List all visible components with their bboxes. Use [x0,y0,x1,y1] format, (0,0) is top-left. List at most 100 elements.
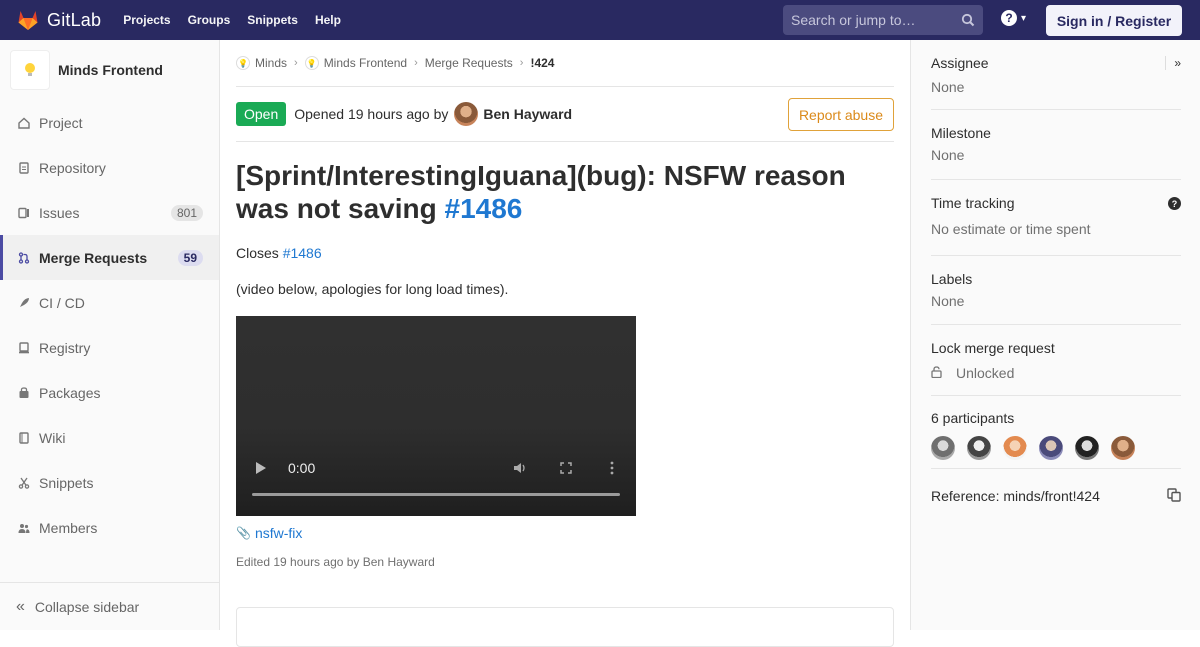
play-icon[interactable] [256,462,266,474]
mr-detail-header: Open Opened 19 hours ago by Ben Hayward … [236,87,894,142]
sidebar-item-label: Packages [39,384,101,401]
labels-value: None [931,293,965,309]
question-icon: ? [1001,10,1017,26]
breadcrumb: 💡 Minds › 💡 Minds Frontend › Merge Reque… [236,40,894,87]
assignee-block: Assignee None » [931,40,1181,110]
expand-sidebar-icon[interactable]: » [1165,56,1181,70]
milestone-value: None [931,147,965,163]
sidebar-item-members[interactable]: Members [0,505,219,550]
time-tracking-value: No estimate or time spent [931,221,1091,237]
chevron-down-icon: ▾ [1021,12,1027,24]
reference-text: Reference: minds/front!424 [931,488,1100,504]
labels-title: Labels [931,271,973,287]
sidebar-item-repository[interactable]: Repository [0,145,219,190]
gitlab-home-link[interactable]: GitLab [16,0,101,40]
paperclip-icon: 📎 [236,526,251,540]
package-icon [16,385,32,401]
sidebar-item-label: CI / CD [39,294,85,311]
closes-issue-link[interactable]: #1486 [283,245,322,261]
sidebar-item-label: Merge Requests [39,249,148,266]
help-dropdown[interactable]: ? ▾ [1001,10,1026,26]
mr-title-issue-link[interactable]: #1486 [445,193,523,224]
sidebar-item-label: Project [39,114,83,131]
sidebar-item-label: Issues [39,204,80,221]
rocket-icon [16,295,32,311]
video-progress-bar[interactable] [252,493,620,496]
breadcrumb-label: Minds [255,56,288,70]
participant-avatar[interactable] [931,436,955,460]
sidebar-item-label: Snippets [39,474,94,491]
nav-help[interactable]: Help [315,13,341,27]
volume-icon[interactable] [512,461,528,475]
lock-value: Unlocked [956,365,1015,381]
book-icon [16,430,32,446]
assignee-title: Assignee [931,55,989,71]
sidebar-item-wiki[interactable]: Wiki [0,415,219,460]
mr-title-text: [Sprint/InterestingIguana](bug): NSFW re… [236,160,846,224]
sidebar-item-merge-requests[interactable]: Merge Requests 59 [0,235,219,280]
project-header[interactable]: Minds Frontend [0,40,219,100]
question-icon[interactable]: ? [1168,197,1181,210]
attachment-link[interactable]: 📎 nsfw-fix [236,525,894,541]
file-icon [16,160,32,176]
breadcrumb-merge-requests[interactable]: Merge Requests [425,56,513,70]
reference-block: Reference: minds/front!424 [931,488,1181,504]
project-name: Minds Frontend [58,62,163,78]
report-abuse-button[interactable]: Report abuse [787,98,894,131]
discussion-panel [236,607,894,647]
sidebar-item-label: Repository [39,159,106,176]
container-icon [16,340,32,356]
scissors-icon [16,475,32,491]
collapse-sidebar-button[interactable]: « Collapse sidebar [0,582,219,630]
participant-avatar[interactable] [1003,436,1027,460]
gitlab-logo-icon [18,11,38,30]
author-avatar[interactable] [454,102,479,126]
home-icon [16,115,32,131]
more-options-icon[interactable] [604,461,620,475]
milestone-title: Milestone [931,125,991,141]
lock-icon [931,365,945,381]
sidebar-item-snippets[interactable]: Snippets [0,460,219,505]
participant-avatar[interactable] [1075,436,1099,460]
breadcrumb-minds-frontend[interactable]: 💡 Minds Frontend [304,56,408,70]
fullscreen-icon[interactable] [558,461,574,475]
mr-description-closes: Closes #1486 [236,245,894,261]
breadcrumb-label: Minds Frontend [323,56,408,70]
chevron-right-icon: › [414,57,418,69]
sidebar-item-project[interactable]: Project [0,100,219,145]
lightbulb-icon [25,63,35,76]
video-time: 0:00 [288,460,316,476]
video-player[interactable]: 0:00 [236,316,636,516]
nav-groups[interactable]: Groups [188,13,231,27]
nav-snippets[interactable]: Snippets [247,13,298,27]
video-controls: 0:00 [252,458,620,478]
labels-block: Labels None [931,256,1181,325]
time-tracking-title: Time tracking [931,195,1015,211]
sidebar-item-label: Members [39,519,98,536]
lightbulb-icon: 💡 [236,56,250,70]
participants-list [931,436,1181,460]
breadcrumb-current-mr[interactable]: !424 [530,56,554,70]
merge-requests-count-badge: 59 [177,249,203,266]
merge-request-icon [16,250,32,266]
mr-title: [Sprint/InterestingIguana](bug): NSFW re… [236,159,894,225]
sidebar-item-registry[interactable]: Registry [0,325,219,370]
copy-icon[interactable] [1167,488,1181,502]
author-name-link[interactable]: Ben Hayward [483,106,572,122]
search-input[interactable]: Search or jump to… [783,5,983,35]
search-icon [961,13,975,27]
participant-avatar[interactable] [1111,436,1135,460]
sidebar-item-packages[interactable]: Packages [0,370,219,415]
chevron-right-icon: › [519,57,524,69]
participant-avatar[interactable] [967,436,991,460]
sidebar-item-ci-cd[interactable]: CI / CD [0,280,219,325]
sign-in-button[interactable]: Sign in / Register [1046,5,1182,36]
sidebar-item-issues[interactable]: Issues 801 [0,190,219,235]
nav-projects[interactable]: Projects [123,13,170,27]
status-badge: Open [236,102,287,126]
mr-description-note: (video below, apologies for long load ti… [236,281,509,297]
breadcrumb-minds[interactable]: 💡 Minds [236,56,287,70]
milestone-block: Milestone None [931,110,1181,180]
attachment-label: nsfw-fix [254,525,303,541]
participant-avatar[interactable] [1039,436,1063,460]
